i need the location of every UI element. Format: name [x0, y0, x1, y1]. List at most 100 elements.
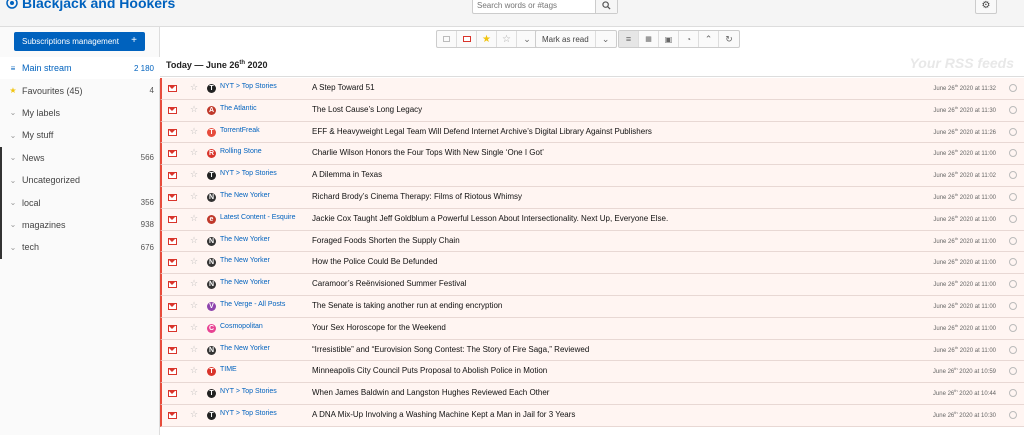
external-link-icon[interactable]: [1009, 236, 1017, 245]
feed-name-link[interactable]: TorrentFreak: [220, 127, 260, 134]
feed-name-link[interactable]: Rolling Stone: [220, 148, 262, 155]
favourite-star-icon[interactable]: ☆: [190, 365, 198, 376]
sidebar-item-favourites[interactable]: ★ Favourites (45) 4: [0, 79, 160, 101]
chevron-down-icon[interactable]: ⌄: [8, 220, 18, 229]
favourite-star-icon[interactable]: ☆: [190, 191, 198, 202]
favourite-star-icon[interactable]: ☆: [190, 387, 198, 398]
filter-not-favourites-button[interactable]: ☆: [497, 31, 517, 47]
feed-name-link[interactable]: Latest Content - Esquire: [220, 214, 296, 221]
mark-unread-icon[interactable]: [168, 281, 177, 289]
feed-name-link[interactable]: The Verge - All Posts: [220, 301, 285, 308]
refresh-button[interactable]: ↻: [719, 31, 739, 47]
mark-unread-icon[interactable]: [168, 172, 177, 180]
sidebar-item-tech[interactable]: ⌄ tech 676: [0, 236, 160, 259]
external-link-icon[interactable]: [1009, 410, 1017, 419]
feed-name-link[interactable]: The New Yorker: [220, 236, 270, 243]
article-row[interactable]: ☆ T NYT > Top Stories A Dilemma in Texas Jun…: [160, 165, 1024, 187]
chevron-down-icon[interactable]: ⌄: [8, 176, 18, 185]
mark-unread-icon[interactable]: [168, 215, 177, 223]
chevron-down-icon[interactable]: ⌄: [8, 198, 18, 207]
favourite-star-icon[interactable]: ☆: [190, 82, 198, 93]
mark-unread-icon[interactable]: [168, 259, 177, 267]
favourite-star-icon[interactable]: ☆: [190, 235, 198, 246]
feed-name-link[interactable]: NYT > Top Stories: [220, 170, 277, 177]
article-row[interactable]: ☆ N The New Yorker How the Police Could Be …: [160, 252, 1024, 275]
article-title-link[interactable]: Foraged Foods Shorten the Supply Chain: [312, 236, 460, 245]
favourite-star-icon[interactable]: ☆: [190, 126, 198, 137]
chevron-down-icon[interactable]: ⌄: [8, 131, 18, 140]
sidebar-item-uncategorized[interactable]: ⌄ Uncategorized: [0, 168, 160, 192]
feed-name-link[interactable]: The New Yorker: [220, 345, 270, 352]
mark-unread-icon[interactable]: [168, 106, 177, 114]
filter-unread-button[interactable]: [457, 31, 477, 47]
article-title-link[interactable]: The Lost Cause’s Long Legacy: [312, 105, 422, 114]
feed-name-link[interactable]: TIME: [220, 366, 237, 373]
collapse-button[interactable]: ⌃: [699, 31, 719, 47]
subscriptions-management-button[interactable]: Subscriptions management +: [14, 32, 145, 51]
grid-view-button[interactable]: ▦: [639, 31, 659, 47]
mark-unread-icon[interactable]: [168, 368, 177, 376]
article-row[interactable]: ☆ N The New Yorker “Irresistible” and “Euro…: [160, 339, 1024, 362]
mark-unread-icon[interactable]: [168, 346, 177, 354]
article-title-link[interactable]: “Irresistible” and “Eurovision Song Cont…: [312, 345, 589, 354]
article-title-link[interactable]: A DNA Mix-Up Involving a Washing Machine…: [312, 410, 575, 419]
article-title-link[interactable]: The Senate is taking another run at endi…: [312, 301, 502, 310]
article-row[interactable]: ☆ T TIME Minneapolis City Council Puts Prop…: [160, 361, 1024, 384]
rss-feed-button[interactable]: ◔: [679, 31, 699, 47]
external-link-icon[interactable]: [1009, 258, 1017, 267]
mark-unread-icon[interactable]: [168, 324, 177, 332]
article-row[interactable]: ☆ N The New Yorker Foraged Foods Shorten th…: [160, 230, 1024, 253]
filter-read-button[interactable]: [437, 31, 457, 47]
mark-unread-icon[interactable]: [168, 128, 177, 136]
mark-unread-icon[interactable]: [168, 193, 177, 201]
reader-view-button[interactable]: ▣: [659, 31, 679, 47]
feed-name-link[interactable]: Cosmopolitan: [220, 323, 263, 330]
external-link-icon[interactable]: [1009, 280, 1017, 289]
chevron-down-icon[interactable]: ⌄: [8, 243, 18, 252]
search-input[interactable]: [473, 0, 595, 13]
sidebar-item-main-stream[interactable]: ≡ Main stream 2 180: [0, 57, 160, 80]
mark-unread-icon[interactable]: [168, 85, 177, 92]
feed-name-link[interactable]: NYT > Top Stories: [220, 388, 277, 395]
favourite-star-icon[interactable]: ☆: [190, 147, 198, 158]
article-row[interactable]: ☆ T NYT > Top Stories A DNA Mix-Up Involvin…: [160, 404, 1024, 427]
feed-name-link[interactable]: The New Yorker: [220, 192, 270, 199]
article-title-link[interactable]: How the Police Could Be Defunded: [312, 257, 437, 266]
feed-name-link[interactable]: The New Yorker: [220, 279, 270, 286]
external-link-icon[interactable]: [1009, 323, 1017, 332]
article-row[interactable]: ☆ T TorrentFreak EFF & Heavyweight Legal Te…: [160, 121, 1024, 144]
article-row[interactable]: ☆ T NYT > Top Stories When James Baldwin an…: [160, 383, 1024, 405]
article-title-link[interactable]: Richard Brody’s Cinema Therapy: Films of…: [312, 192, 522, 201]
article-row[interactable]: ☆ N The New Yorker Caramoor’s Reënvisioned …: [160, 274, 1024, 296]
favourite-star-icon[interactable]: ☆: [190, 322, 198, 333]
sidebar-item-news[interactable]: ⌄ News 566: [0, 146, 160, 169]
feed-name-link[interactable]: NYT > Top Stories: [220, 83, 277, 90]
external-link-icon[interactable]: [1009, 192, 1017, 201]
article-row[interactable]: ☆ A The Atlantic The Lost Cause’s Long Lega…: [160, 99, 1024, 122]
article-title-link[interactable]: A Step Toward 51: [312, 83, 375, 92]
external-link-icon[interactable]: [1009, 214, 1017, 223]
external-link-icon[interactable]: [1009, 345, 1017, 354]
article-row[interactable]: ☆ N The New Yorker Richard Brody’s Cinema T…: [160, 186, 1024, 209]
favourite-star-icon[interactable]: ☆: [190, 344, 198, 355]
favourite-star-icon[interactable]: ☆: [190, 169, 198, 180]
article-title-link[interactable]: Your Sex Horoscope for the Weekend: [312, 323, 446, 332]
favourite-star-icon[interactable]: ☆: [190, 409, 198, 420]
favourite-star-icon[interactable]: ☆: [190, 300, 198, 311]
article-title-link[interactable]: EFF & Heavyweight Legal Team Will Defend…: [312, 127, 652, 136]
external-link-icon[interactable]: [1009, 105, 1017, 114]
article-row[interactable]: ☆ e Latest Content - Esquire Jackie Cox Tau…: [160, 208, 1024, 231]
external-link-icon[interactable]: [1009, 301, 1017, 310]
favourite-star-icon[interactable]: ☆: [190, 256, 198, 267]
article-title-link[interactable]: Charlie Wilson Honors the Four Tops With…: [312, 148, 544, 157]
mark-unread-icon[interactable]: [168, 237, 177, 245]
article-row[interactable]: ☆ C Cosmopolitan Your Sex Horoscope for the…: [160, 317, 1024, 340]
sidebar-item-magazines[interactable]: ⌄ magazines 938: [0, 213, 160, 237]
feed-name-link[interactable]: The Atlantic: [220, 105, 257, 112]
article-row[interactable]: ☆ V The Verge - All Posts The Senate is tak…: [160, 295, 1024, 318]
feed-name-link[interactable]: NYT > Top Stories: [220, 410, 277, 417]
sidebar-item-my-stuff[interactable]: ⌄ My stuff: [0, 124, 160, 146]
mark-as-read-button[interactable]: Mark as read: [536, 31, 596, 47]
mark-as-read-dropdown[interactable]: ⌄: [596, 31, 616, 47]
article-title-link[interactable]: Caramoor’s Reënvisioned Summer Festival: [312, 279, 466, 288]
